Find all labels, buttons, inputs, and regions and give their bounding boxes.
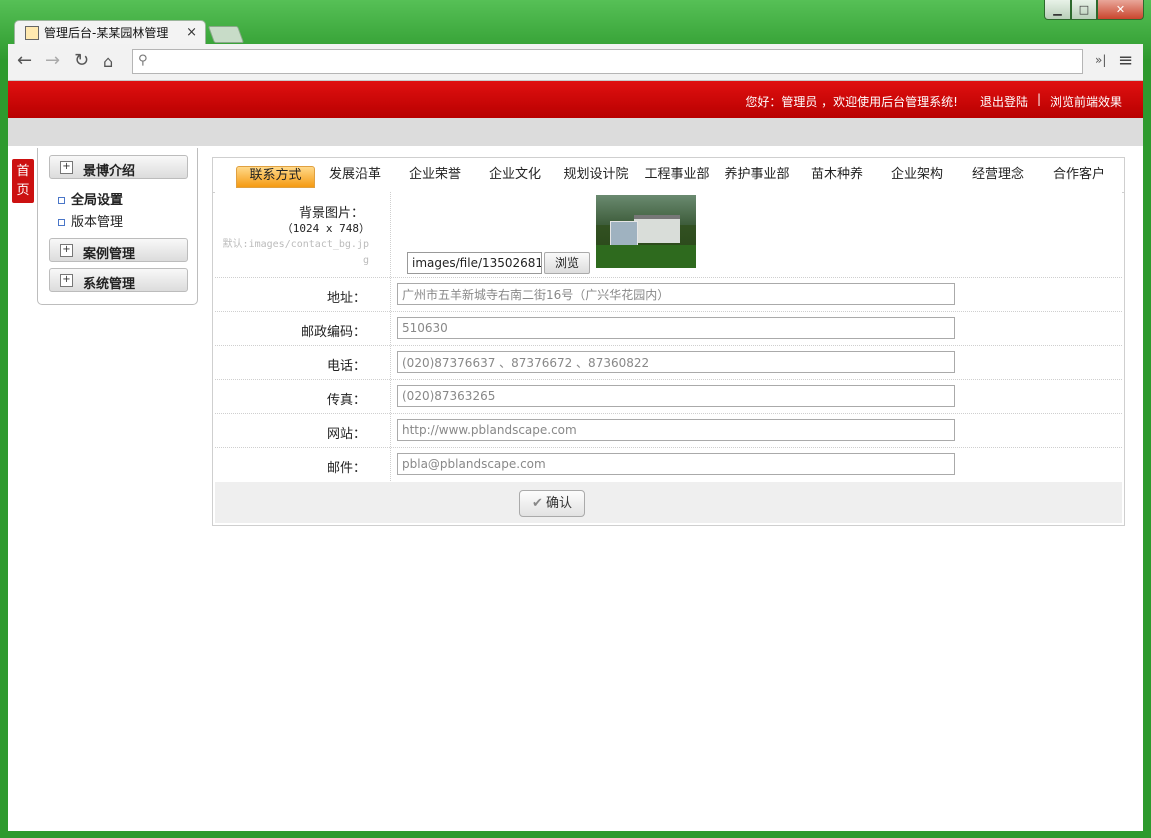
- sidebar-group-intro[interactable]: + 景博介绍: [49, 155, 188, 179]
- logout-link[interactable]: 退出登陆: [980, 93, 1028, 110]
- bg-image-default: 默认:images/contact_bg.jpg: [222, 239, 369, 266]
- bg-image-thumbnail: [596, 195, 696, 268]
- tab-philosophy[interactable]: 经营理念: [958, 166, 1038, 188]
- tab-contact[interactable]: 联系方式: [236, 166, 315, 188]
- top-header: 您好：管理员 ，欢迎使用后台管理系统! 退出登陆 | 浏览前端效果: [8, 81, 1143, 118]
- form-footer: ✔ 确认: [215, 482, 1122, 523]
- browse-button[interactable]: 浏览: [544, 252, 590, 274]
- window-controls: ▁ □ ✕: [1044, 0, 1144, 20]
- file-path-input[interactable]: images/file/135026815: [407, 252, 542, 274]
- bookmarks-overflow-icon[interactable]: »|: [1095, 53, 1106, 67]
- favicon-icon: [25, 25, 39, 40]
- address-label: 地址：: [326, 291, 366, 306]
- tab-honors[interactable]: 企业荣誉: [395, 166, 475, 188]
- fax-field[interactable]: [397, 385, 955, 407]
- expand-icon: +: [60, 161, 73, 174]
- tab-title: 管理后台-某某园林管理: [44, 26, 169, 40]
- bullet-icon: [58, 197, 65, 204]
- minimize-button[interactable]: ▁: [1044, 0, 1071, 20]
- tab-history[interactable]: 发展沿革: [315, 166, 395, 188]
- form-row-email: 邮件：: [215, 448, 1122, 481]
- email-field[interactable]: [397, 453, 955, 475]
- form-row-phone: 电话：: [215, 346, 1122, 380]
- header-separator: |: [1036, 92, 1041, 106]
- form-row-fax: 传真：: [215, 380, 1122, 414]
- form-row-address: 地址：: [215, 278, 1122, 312]
- confirm-button[interactable]: ✔ 确认: [519, 490, 585, 517]
- postcode-field[interactable]: [397, 317, 955, 339]
- label-cell: 背景图片： （1024 x 748） 默认:images/contact_bg.…: [215, 192, 391, 277]
- search-icon: ⚲: [138, 53, 148, 68]
- close-window-button[interactable]: ✕: [1097, 0, 1144, 20]
- home-tab[interactable]: 首页: [12, 159, 34, 203]
- check-icon: ✔: [532, 496, 543, 511]
- new-tab-button[interactable]: [207, 26, 245, 43]
- back-arrow-icon[interactable]: ←: [17, 50, 32, 71]
- sidebar: + 景博介绍 全局设置 版本管理 + 案例管理 + 系统管理: [37, 148, 198, 305]
- sidebar-item-version[interactable]: 版本管理: [58, 211, 123, 230]
- website-field[interactable]: [397, 419, 955, 441]
- tab-design-institute[interactable]: 规划设计院: [555, 166, 637, 188]
- maximize-button[interactable]: □: [1071, 0, 1097, 20]
- expand-icon: +: [60, 244, 73, 257]
- website-label: 网站：: [326, 427, 366, 442]
- tab-clients[interactable]: 合作客户: [1039, 166, 1119, 188]
- tab-culture[interactable]: 企业文化: [475, 166, 555, 188]
- tab-nursery[interactable]: 苗木种养: [797, 166, 877, 188]
- fax-label: 传真：: [326, 393, 366, 408]
- browser-toolbar: ← → ↻ ⌂ ⚲ »| ≡: [8, 44, 1143, 81]
- email-label: 邮件：: [326, 461, 366, 476]
- close-tab-icon[interactable]: ×: [186, 25, 197, 40]
- form-row-bg-image: 背景图片： （1024 x 748） 默认:images/contact_bg.…: [215, 192, 1122, 278]
- sub-header-bar: [8, 118, 1143, 146]
- forward-arrow-icon[interactable]: →: [45, 50, 60, 71]
- browser-window: ▁ □ ✕ 管理后台-某某园林管理 × ← → ↻ ⌂ ⚲ »| ≡ 您好：管理…: [0, 0, 1151, 838]
- tab-maintenance[interactable]: 养护事业部: [717, 166, 797, 188]
- tab-structure[interactable]: 企业架构: [877, 166, 957, 188]
- bullet-icon: [58, 219, 65, 226]
- postcode-label: 邮政编码：: [300, 325, 366, 340]
- address-bar[interactable]: ⚲: [132, 49, 1083, 74]
- sidebar-group-label: 系统管理: [83, 277, 136, 292]
- sidebar-group-system[interactable]: + 系统管理: [49, 268, 188, 292]
- menu-icon[interactable]: ≡: [1118, 50, 1133, 71]
- sidebar-group-cases[interactable]: + 案例管理: [49, 238, 188, 262]
- content-panel: 联系方式 发展沿革 企业荣誉 企业文化 规划设计院 工程事业部 养护事业部 苗木…: [212, 157, 1125, 526]
- sidebar-group-label: 案例管理: [83, 247, 136, 262]
- form-row-postcode: 邮政编码：: [215, 312, 1122, 346]
- section-tabs: 联系方式 发展沿革 企业荣誉 企业文化 规划设计院 工程事业部 养护事业部 苗木…: [213, 158, 1124, 193]
- greeting-text: 您好：管理员 ，欢迎使用后台管理系统!: [745, 95, 958, 109]
- page-viewport: 您好：管理员 ，欢迎使用后台管理系统! 退出登陆 | 浏览前端效果 首页 + 景…: [8, 81, 1143, 831]
- browser-tab[interactable]: 管理后台-某某园林管理 ×: [14, 20, 206, 44]
- form-row-website: 网站：: [215, 414, 1122, 448]
- reload-icon[interactable]: ↻: [74, 50, 89, 71]
- phone-label: 电话：: [326, 359, 366, 374]
- sidebar-item-global-settings[interactable]: 全局设置: [58, 189, 123, 208]
- sidebar-group-label: 景博介绍: [83, 164, 136, 179]
- phone-field[interactable]: [397, 351, 955, 373]
- expand-icon: +: [60, 274, 73, 287]
- tab-engineering[interactable]: 工程事业部: [637, 166, 717, 188]
- view-front-link[interactable]: 浏览前端效果: [1050, 93, 1122, 110]
- address-field[interactable]: [397, 283, 955, 305]
- bg-image-label: 背景图片：: [298, 206, 364, 221]
- home-icon[interactable]: ⌂: [103, 52, 113, 71]
- bg-image-size: （1024 x 748）: [281, 222, 370, 235]
